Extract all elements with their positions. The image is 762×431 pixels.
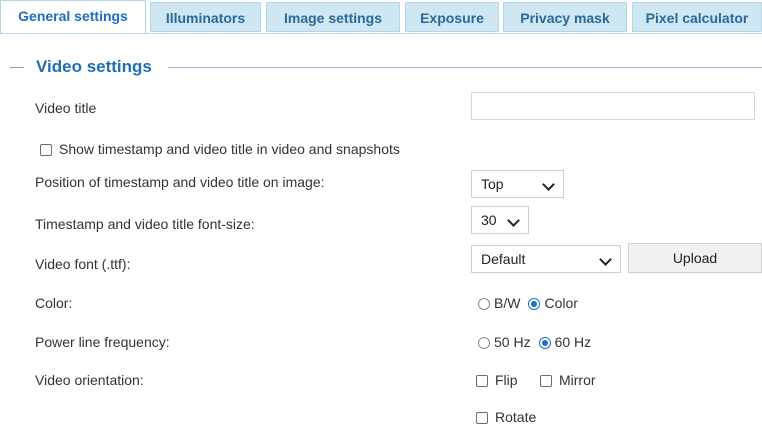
upload-button[interactable]: Upload <box>628 243 762 273</box>
tab-bar: General settings Illuminators Image sett… <box>0 0 762 36</box>
font-size-select[interactable]: 30 <box>471 206 529 234</box>
tab-exposure[interactable]: Exposure <box>405 2 499 32</box>
position-select[interactable]: Top <box>471 170 564 198</box>
color-radio-group: B/W Color <box>478 295 578 311</box>
power-line-label: Power line frequency: <box>35 334 170 350</box>
rotate-label: Rotate <box>495 409 537 425</box>
tab-pixel-calculator[interactable]: Pixel calculator <box>632 2 762 32</box>
mirror-label: Mirror <box>559 372 596 388</box>
section-divider-left <box>10 67 24 68</box>
tab-image-settings[interactable]: Image settings <box>266 2 400 32</box>
flip-checkbox[interactable] <box>476 375 488 388</box>
rotate-row[interactable]: Rotate <box>476 409 536 425</box>
font-size-label: Timestamp and video title font-size: <box>35 216 255 232</box>
video-font-select[interactable]: Default <box>471 245 621 273</box>
position-label: Position of timestamp and video title on… <box>35 174 325 190</box>
power-60hz-radio[interactable] <box>538 337 551 350</box>
font-size-select-value: 30 <box>481 212 497 228</box>
color-color-label: Color <box>544 295 578 311</box>
rotate-checkbox[interactable] <box>476 412 488 425</box>
flip-row[interactable]: Flip <box>476 372 518 388</box>
show-timestamp-checkbox[interactable] <box>40 144 52 157</box>
chevron-down-icon <box>599 253 612 266</box>
tab-illuminators[interactable]: Illuminators <box>150 2 261 32</box>
flip-label: Flip <box>495 372 518 388</box>
orientation-label: Video orientation: <box>35 372 144 388</box>
video-font-label: Video font (.ttf): <box>35 256 131 272</box>
section-title: Video settings <box>36 57 152 76</box>
mirror-row[interactable]: Mirror <box>540 372 596 388</box>
color-bw-radio[interactable] <box>478 298 490 311</box>
tab-general-settings[interactable]: General settings <box>0 0 146 34</box>
show-timestamp-row[interactable]: Show timestamp and video title in video … <box>40 141 400 157</box>
section-divider-right <box>168 67 762 68</box>
tab-privacy-mask[interactable]: Privacy mask <box>503 2 627 32</box>
tab-divider <box>0 33 762 34</box>
video-title-label: Video title <box>35 100 97 116</box>
video-title-input[interactable] <box>471 92 755 120</box>
mirror-checkbox[interactable] <box>540 375 552 388</box>
power-60hz-label: 60 Hz <box>554 334 592 350</box>
color-bw-label: B/W <box>494 295 521 311</box>
power-line-radio-group: 50 Hz 60 Hz <box>478 334 591 350</box>
chevron-down-icon <box>507 214 520 227</box>
power-50hz-label: 50 Hz <box>494 334 531 350</box>
color-color-radio[interactable] <box>528 298 541 311</box>
video-font-select-value: Default <box>481 251 526 267</box>
power-50hz-radio[interactable] <box>478 337 490 350</box>
chevron-down-icon <box>542 178 555 191</box>
color-label: Color: <box>35 295 73 311</box>
position-select-value: Top <box>481 176 504 192</box>
show-timestamp-label: Show timestamp and video title in video … <box>59 141 400 157</box>
